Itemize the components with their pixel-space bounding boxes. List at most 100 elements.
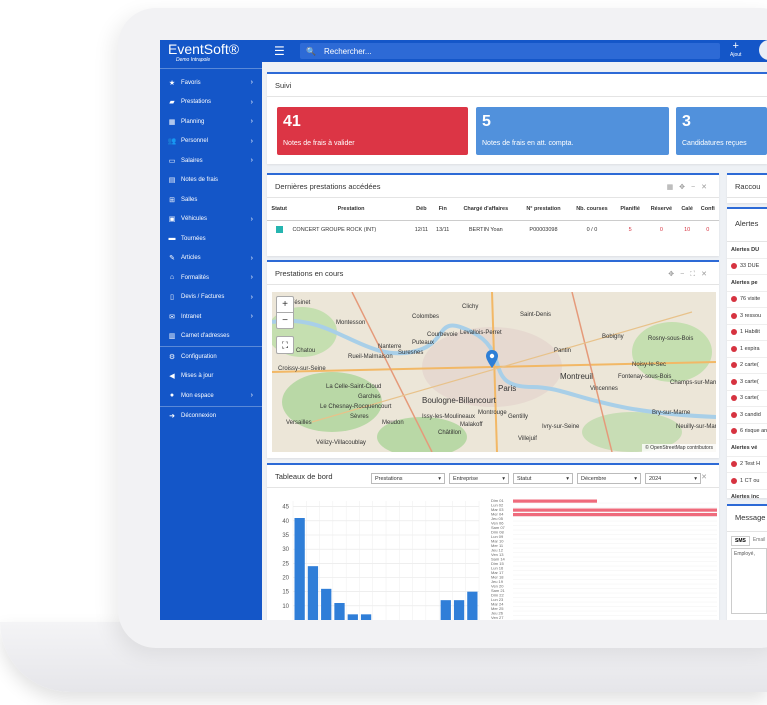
prestation-cell[interactable]: CONCERT GROUPE ROCK (INT): [291, 221, 410, 240]
y-tick-label: 35: [282, 533, 289, 539]
sidebar-item-favoris[interactable]: ★ Favoris ›: [160, 73, 262, 93]
sidebar-item-carnet-d-adresses[interactable]: ▥ Carnet d'adresses: [160, 327, 262, 347]
map-marker-icon[interactable]: [486, 350, 498, 368]
column-header[interactable]: Nb. courses: [568, 198, 616, 221]
filter-select-0[interactable]: Prestations ▾: [371, 473, 445, 484]
sidebar-item-configuration[interactable]: ⚙ Configuration: [160, 346, 262, 367]
alert-item[interactable]: 33 DUE: [727, 259, 767, 275]
filter-value: Entreprise: [453, 475, 479, 482]
alert-item[interactable]: 2 Test H: [727, 457, 767, 473]
filter-value: Statut: [517, 475, 532, 482]
fullscreen-icon[interactable]: ⛶: [276, 336, 294, 354]
sidebar-item-intranet[interactable]: ✉ Intranet ›: [160, 307, 262, 327]
sidebar-item-personnel[interactable]: 👥 Personnel ›: [160, 132, 262, 152]
recipient-field[interactable]: Employé,: [731, 548, 767, 614]
bar[interactable]: [453, 600, 465, 620]
bar[interactable]: [440, 600, 451, 620]
stat-card-frais-valider[interactable]: 41 Notes de frais à valider: [277, 107, 468, 155]
bar[interactable]: [334, 603, 345, 620]
map-place-label: Versailles: [286, 420, 312, 426]
sidebar-item-prestations[interactable]: ▰ Prestations ›: [160, 93, 262, 113]
map-place-label: Ivry-sur-Seine: [542, 424, 580, 430]
alert-item[interactable]: 3 candid: [727, 407, 767, 424]
chevron-right-icon: ›: [250, 392, 253, 400]
alert-text: 2 Test H: [740, 461, 761, 468]
bar[interactable]: [467, 591, 478, 620]
column-header[interactable]: N° prestation: [518, 198, 569, 221]
search-input[interactable]: [321, 45, 706, 57]
tab-email[interactable]: Email: [750, 536, 767, 546]
column-header[interactable]: Chargé d'affaires: [453, 198, 519, 221]
alert-item[interactable]: 3 ressou: [727, 308, 767, 325]
alert-icon: [731, 312, 737, 319]
alert-item[interactable]: 2 carte(: [727, 358, 767, 374]
sidebar-item-articles[interactable]: ✎ Articles ›: [160, 249, 262, 269]
filter-select-4[interactable]: 2024 ▾: [645, 473, 701, 484]
alert-item[interactable]: 1 expira: [727, 341, 767, 358]
alert-item[interactable]: 6 risque annuel: [727, 424, 767, 440]
chevron-down-icon: ▾: [502, 475, 505, 482]
sidebar-item-v-hicules[interactable]: ▣ Véhicules ›: [160, 210, 262, 230]
sidebar-item-planning[interactable]: ▦ Planning ›: [160, 112, 262, 132]
column-header[interactable]: Planifié: [615, 198, 646, 221]
bar[interactable]: [360, 614, 372, 620]
column-header[interactable]: Calé: [677, 198, 697, 221]
zoom-in-button[interactable]: +: [277, 297, 293, 312]
sidebar-item-tourn-es[interactable]: ▬ Tournées: [160, 229, 262, 249]
alert-icon: [731, 329, 737, 336]
bar[interactable]: [294, 518, 305, 620]
zoom-out-button[interactable]: −: [277, 312, 293, 328]
filter-select-1[interactable]: Entreprise ▾: [449, 473, 509, 484]
money-icon: ▭: [168, 157, 176, 165]
column-header[interactable]: Prestation: [291, 198, 411, 221]
column-header[interactable]: Fin: [432, 198, 454, 221]
gantt-bar[interactable]: [513, 499, 597, 503]
sidebar-item-devis-factures[interactable]: ▯ Devis / Factures ›: [160, 288, 262, 308]
bar[interactable]: [347, 614, 358, 620]
sidebar-item-formalit-s[interactable]: ⌂ Formalités ›: [160, 268, 262, 288]
gantt-bar[interactable]: [513, 508, 717, 512]
alert-group-header: Alertes vé: [727, 440, 767, 457]
search-bar[interactable]: 🔍: [300, 43, 720, 59]
y-tick-label: 25: [282, 561, 289, 567]
map-place-label: Vélizy-Villacoublay: [316, 440, 366, 446]
panel-tools[interactable]: ✥−⛶✕: [668, 270, 713, 279]
alert-item[interactable]: 76 visite: [727, 292, 767, 308]
sidebar-item-mon-espace[interactable]: ● Mon espace ›: [160, 386, 262, 406]
filter-select-2[interactable]: Statut ▾: [513, 473, 573, 484]
avatar[interactable]: [759, 40, 767, 60]
confi-cell: 0: [706, 227, 710, 233]
column-header[interactable]: Confi: [696, 198, 719, 221]
stat-card-candidatures[interactable]: 3 Candidatures reçues: [676, 107, 767, 155]
alert-text: 76 visite: [740, 296, 761, 303]
sidebar-item-notes-de-frais[interactable]: ▤ Notes de frais: [160, 171, 262, 191]
chevron-right-icon: ›: [250, 157, 253, 165]
column-header[interactable]: Statut: [267, 198, 292, 221]
bar[interactable]: [307, 566, 319, 620]
table-row[interactable]: CONCERT GROUPE ROCK (INT) 12/11 13/11 BE…: [267, 221, 719, 240]
gantt-bar[interactable]: [513, 513, 717, 517]
map-view[interactable]: Paris Montreuil Boulogne-Billancourt Courbe…: [272, 292, 716, 452]
bar[interactable]: [321, 588, 332, 620]
sidebar-item-d-connexion[interactable]: ➜ Déconnexion: [160, 405, 262, 427]
bar-chart: 45 40 35 30 25 20 15 10: [282, 501, 480, 620]
column-header[interactable]: Réservé: [645, 198, 678, 221]
alert-item[interactable]: 1 Habilit: [727, 325, 767, 341]
chevron-right-icon: ›: [250, 215, 253, 223]
alert-item[interactable]: 3 carte(: [727, 391, 767, 407]
alert-item[interactable]: 3 carte(: [727, 374, 767, 391]
sidebar-item-salles[interactable]: ⊞ Salles: [160, 190, 262, 210]
hamburger-icon[interactable]: ☰: [274, 44, 285, 58]
add-button[interactable]: + Ajout: [730, 41, 741, 59]
topbar: ☰ 🔍 + Ajout: [262, 40, 767, 62]
stat-card-frais-compta[interactable]: 5 Notes de frais en att. compta.: [476, 107, 669, 155]
app-logo[interactable]: EventSoft® Demo Intrapole: [160, 40, 262, 69]
sidebar-item-mises-jour[interactable]: ◀ Mises à jour: [160, 367, 262, 387]
alert-item[interactable]: 1 CT ou: [727, 473, 767, 490]
map-place-label: Boulogne-Billancourt: [422, 396, 496, 405]
sidebar-item-salaires[interactable]: ▭ Salaires ›: [160, 151, 262, 171]
filter-select-3[interactable]: Décembre ▾: [577, 473, 641, 484]
column-header[interactable]: Déb: [410, 198, 433, 221]
panel-tools[interactable]: ▦✥−✕: [667, 183, 713, 191]
tab-sms[interactable]: SMS: [731, 536, 750, 546]
